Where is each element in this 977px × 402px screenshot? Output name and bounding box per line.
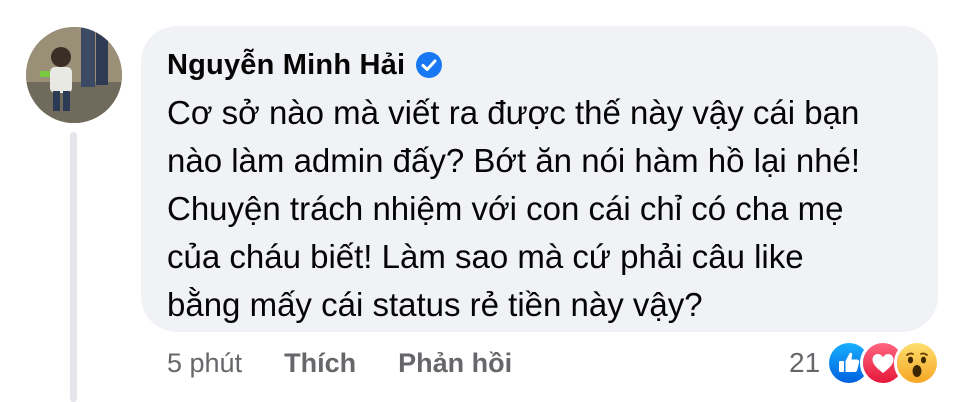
verified-badge-icon bbox=[415, 51, 443, 79]
comment-line: bằng mấy cái status rẻ tiền này vậy? bbox=[167, 286, 703, 323]
comment-line: Cơ sở nào mà viết ra được thế này vậy cá… bbox=[167, 94, 860, 131]
comment-line: của cháu biết! Làm sao mà cứ phải câu li… bbox=[167, 238, 804, 275]
author-row: Nguyễn Minh Hải bbox=[167, 43, 914, 87]
avatar-photo bbox=[26, 27, 122, 123]
comment-timestamp[interactable]: 5 phút bbox=[167, 348, 242, 379]
avatar[interactable] bbox=[26, 27, 122, 123]
comment-line: nào làm admin đấy? Bớt ăn nói hàm hồ lại… bbox=[167, 142, 861, 179]
comment-actions: 5 phút Thích Phản hồi bbox=[167, 343, 512, 383]
reply-button[interactable]: Phản hồi bbox=[398, 348, 512, 379]
comment-line: Chuyện trách nhiệm với con cái chỉ có ch… bbox=[167, 190, 844, 227]
comment-text: Cơ sở nào mà viết ra được thế này vậy cá… bbox=[167, 89, 914, 329]
thread-line bbox=[70, 132, 77, 402]
reactions-summary[interactable]: 21 bbox=[789, 340, 941, 386]
reaction-count: 21 bbox=[789, 347, 821, 378]
comment-bubble: Nguyễn Minh Hải Cơ sở nào mà viết ra đượ… bbox=[141, 26, 938, 332]
wow-icon bbox=[894, 340, 941, 386]
like-button[interactable]: Thích bbox=[284, 348, 356, 379]
author-name[interactable]: Nguyễn Minh Hải bbox=[167, 49, 405, 82]
